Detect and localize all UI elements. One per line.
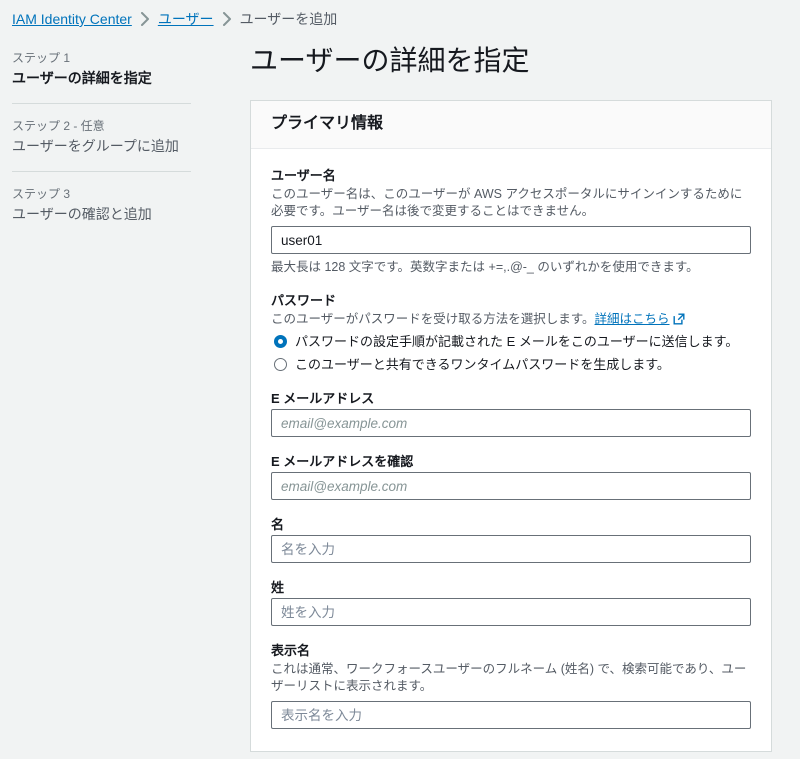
page-layout: ステップ 1 ユーザーの詳細を指定 ステップ 2 - 任意 ユーザーをグループに… [0, 38, 800, 752]
display-name-label: 表示名 [271, 643, 311, 658]
breadcrumb: IAM Identity Center ユーザー ユーザーを追加 [0, 0, 800, 38]
username-label: ユーザー名 [271, 168, 336, 183]
sidebar-step-1-title: ユーザーの詳細を指定 [12, 70, 152, 86]
external-link-icon[interactable] [673, 313, 685, 325]
username-description: このユーザー名は、このユーザーが AWS アクセスポータルにサインインするために… [271, 187, 743, 218]
breadcrumb-link-users[interactable]: ユーザー [158, 9, 214, 29]
sidebar-step-3-number: ステップ 3 [12, 187, 71, 201]
email-input[interactable] [271, 409, 751, 437]
field-first-name: 名 [271, 516, 751, 563]
field-username: ユーザー名 このユーザー名は、このユーザーが AWS アクセスポータルにサインイ… [271, 167, 751, 276]
panel-header: プライマリ情報 [251, 101, 771, 149]
password-learn-more-link[interactable]: 詳細はこちら [595, 312, 670, 326]
first-name-label: 名 [271, 517, 285, 532]
email-confirm-input[interactable] [271, 472, 751, 500]
breadcrumb-current-add-user: ユーザーを追加 [239, 11, 338, 27]
password-option-email-instructions-label: パスワードの設定手順が記載された E メールをこのユーザーに送信します。 [295, 334, 739, 349]
chevron-right-icon [132, 12, 158, 26]
sidebar-step-1[interactable]: ステップ 1 ユーザーの詳細を指定 [0, 50, 215, 88]
radio-unselected-icon[interactable] [274, 358, 287, 371]
display-name-input[interactable] [271, 701, 751, 729]
email-confirm-label: E メールアドレスを確認 [271, 454, 414, 469]
field-email-confirm: E メールアドレスを確認 [271, 453, 751, 500]
panel-header-title: プライマリ情報 [271, 115, 384, 132]
sidebar-step-3[interactable]: ステップ 3 ユーザーの確認と追加 [0, 186, 215, 224]
password-description: このユーザーがパスワードを受け取る方法を選択します。詳細はこちら [271, 311, 751, 328]
sidebar-step-2[interactable]: ステップ 2 - 任意 ユーザーをグループに追加 [0, 118, 215, 156]
password-option-one-time-password-label: このユーザーと共有できるワンタイムパスワードを生成します。 [295, 357, 670, 372]
password-description-text: このユーザーがパスワードを受け取る方法を選択します。 [271, 312, 595, 326]
last-name-label: 姓 [271, 580, 285, 595]
field-password: パスワード このユーザーがパスワードを受け取る方法を選択します。詳細はこちら パ… [271, 292, 751, 374]
sidebar-divider [12, 171, 191, 172]
sidebar-step-1-number: ステップ 1 [12, 51, 71, 65]
password-label: パスワード [271, 293, 337, 308]
first-name-input[interactable] [271, 535, 751, 563]
panel-body: ユーザー名 このユーザー名は、このユーザーが AWS アクセスポータルにサインイ… [251, 149, 771, 751]
sidebar-step-3-title: ユーザーの確認と追加 [12, 206, 152, 222]
field-email: E メールアドレス [271, 390, 751, 437]
breadcrumb-link-iam-identity-center[interactable]: IAM Identity Center [12, 11, 132, 27]
sidebar-step-2-number: ステップ 2 - 任意 [12, 119, 105, 133]
field-last-name: 姓 [271, 579, 751, 626]
chevron-right-icon [214, 12, 240, 26]
page-title: ユーザーの詳細を指定 [250, 46, 530, 77]
last-name-input[interactable] [271, 598, 751, 626]
username-hint: 最大長は 128 文字です。英数字または +=,.@-_ のいずれかを使用できま… [271, 260, 699, 274]
display-name-description: これは通常、ワークフォースユーザーのフルネーム (姓名) で、検索可能であり、ユ… [271, 662, 747, 693]
email-label: E メールアドレス [271, 391, 375, 406]
password-option-one-time-password[interactable]: このユーザーと共有できるワンタイムパスワードを生成します。 [271, 356, 751, 374]
radio-selected-icon[interactable] [274, 335, 287, 348]
username-input[interactable] [271, 226, 751, 254]
field-display-name: 表示名 これは通常、ワークフォースユーザーのフルネーム (姓名) で、検索可能で… [271, 642, 751, 729]
primary-information-panel: プライマリ情報 ユーザー名 このユーザー名は、このユーザーが AWS アクセスポ… [250, 100, 772, 752]
main-content: ユーザーの詳細を指定 プライマリ情報 ユーザー名 このユーザー名は、このユーザー… [215, 38, 800, 752]
sidebar-divider [12, 103, 191, 104]
wizard-step-navigation: ステップ 1 ユーザーの詳細を指定 ステップ 2 - 任意 ユーザーをグループに… [0, 38, 215, 224]
sidebar-step-2-title: ユーザーをグループに追加 [12, 138, 179, 154]
password-option-email-instructions[interactable]: パスワードの設定手順が記載された E メールをこのユーザーに送信します。 [271, 333, 751, 351]
